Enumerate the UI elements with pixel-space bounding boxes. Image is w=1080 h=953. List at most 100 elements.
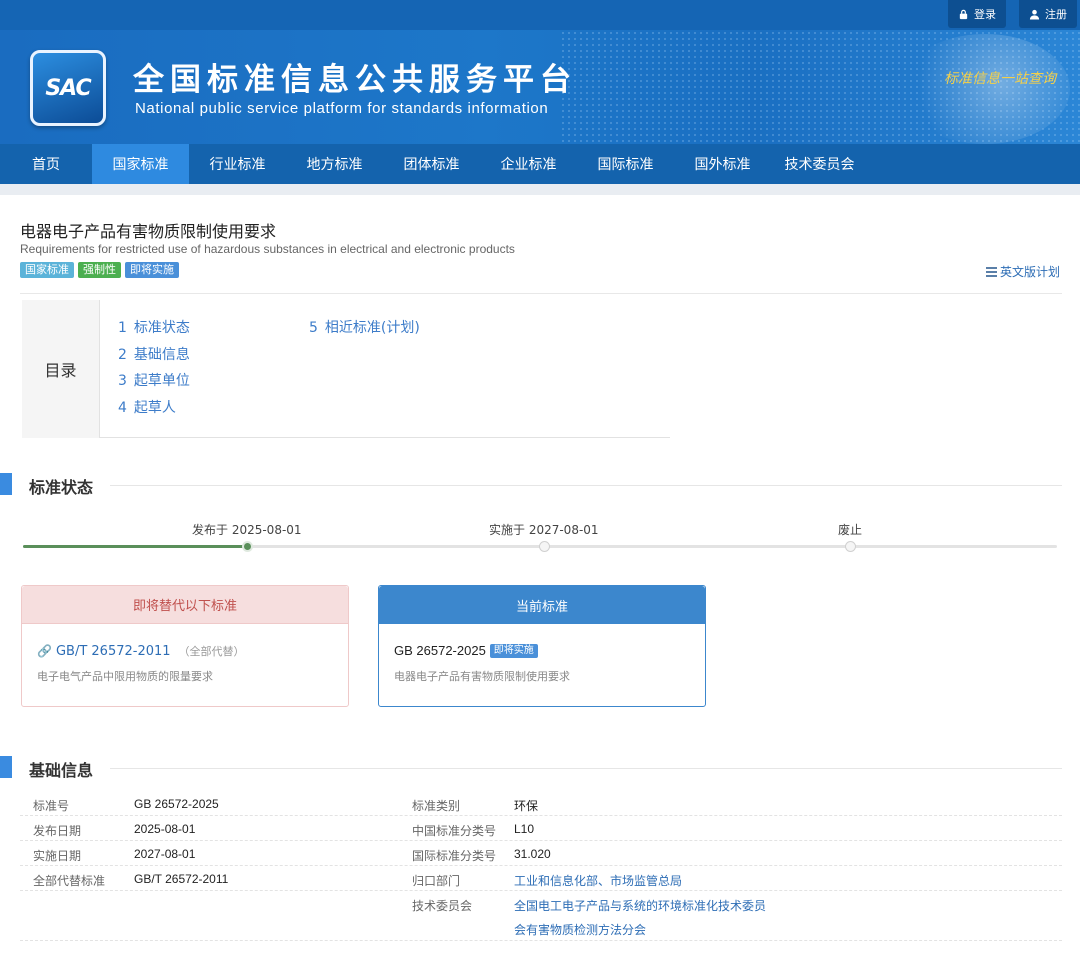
standard-tags: 国家标准 强制性 即将实施 [20,262,179,278]
toc-item-basic-info[interactable]: 2 基础信息 [118,344,190,364]
info-key: 标准类别 [412,799,461,813]
timeline-dot-effective [539,541,550,552]
toc-num: 4 [118,400,127,416]
info-value: 31.020 [514,847,551,861]
list-icon [985,266,997,277]
replaced-standard-code: GB/T 26572-2011 [55,643,171,659]
nav-local-standards[interactable]: 地方标准 [286,144,383,184]
current-standard-name: 电器电子产品有害物质限制使用要求 [394,670,570,683]
user-icon [1029,9,1040,20]
english-plan-label: 英文版计划 [999,265,1060,279]
english-plan-link[interactable]: 英文版计划 [985,263,1060,280]
info-key: 标准号 [33,799,70,813]
standard-title: 电器电子产品有害物质限制使用要求 [20,222,277,241]
toc-num: 5 [309,320,318,336]
main-nav: 首页 国家标准 行业标准 地方标准 团体标准 企业标准 国际标准 国外标准 技术… [0,144,1080,184]
tag-upcoming: 即将实施 [125,262,179,278]
logo-text: SAC [45,75,91,101]
info-row: 实施日期 2027-08-01 国际标准分类号 31.020 [20,841,1062,866]
info-row: 全部代替标准 GB/T 26572-2011 归口部门 工业和信息化部、市场监管… [20,866,1062,891]
toc-num: 2 [118,347,127,363]
nav-national-standards[interactable]: 国家标准 [92,144,189,184]
info-row: 标准号 GB 26572-2025 标准类别 环保 [20,791,1062,816]
timeline-progress [23,545,248,548]
info-value: GB/T 26572-2011 [134,872,229,886]
toc-label: 起草单位 [133,373,190,389]
replaces-standard-box: 即将替代以下标准 🔗 GB/T 26572-2011 （全部代替） 电子电气产品… [21,585,349,707]
timeline-dot-published [242,541,253,552]
timeline-label-published: 发布于 2025-08-01 [192,523,302,537]
info-value: 2027-08-01 [134,847,196,861]
info-key: 归口部门 [412,874,461,888]
section-divider [110,768,1062,769]
info-key: 中国标准分类号 [412,824,497,838]
nav-home[interactable]: 首页 [0,144,92,184]
section-header-basic-info: 基础信息 [0,756,1062,780]
timeline-label-abolished: 废止 [838,523,863,537]
current-standard-code: GB 26572-2025 [394,643,486,658]
info-key: 国际标准分类号 [412,849,497,863]
info-key: 全部代替标准 [33,874,106,888]
toc-label: 起草人 [133,400,176,416]
toc-num: 3 [118,373,127,389]
info-row: 技术委员会 全国电工电子产品与系统的环境标准化技术委员 会有害物质检测方法分会 [20,891,1062,941]
toc-item-drafters[interactable]: 4 起草人 [118,397,176,417]
current-box-header: 当前标准 [379,586,705,624]
section-title: 标准状态 [29,478,94,497]
info-value: 环保 [514,799,539,813]
site-subtitle: National public service platform for sta… [135,100,549,117]
info-key: 实施日期 [33,849,82,863]
technical-committee-link-line1[interactable]: 全国电工电子产品与系统的环境标准化技术委员 [514,897,766,914]
toc-label: 基础信息 [133,347,190,363]
governing-department-link[interactable]: 工业和信息化部、市场监管总局 [514,872,682,889]
toc-label: 标准状态 [133,320,190,336]
timeline-label-effective: 实施于 2027-08-01 [489,523,599,537]
login-button[interactable]: 登录 [948,0,1006,28]
register-label: 注册 [1045,8,1067,21]
section-divider [110,485,1062,486]
nav-technical-committees[interactable]: 技术委员会 [771,144,868,184]
timeline-dot-abolished [845,541,856,552]
info-key: 技术委员会 [412,899,473,913]
replaces-box-header: 即将替代以下标准 [22,586,348,624]
register-button[interactable]: 注册 [1019,0,1077,28]
top-bar: 登录 注册 [0,0,1080,30]
toc-heading: 目录 [22,300,100,438]
section-marker [0,756,12,778]
standard-title-en: Requirements for restricted use of hazar… [20,242,515,256]
link-icon: 🔗 [37,644,52,658]
site-slogan: 标准信息一站查询 [944,71,1056,87]
info-value: 2025-08-01 [134,822,196,836]
info-value: L10 [514,822,535,836]
nav-group-standards[interactable]: 团体标准 [383,144,480,184]
sac-logo[interactable]: SAC [30,50,106,126]
technical-committee-link-line2[interactable]: 会有害物质检测方法分会 [514,921,646,938]
section-title: 基础信息 [29,761,94,780]
toc-item-similar-standards[interactable]: 5 相近标准(计划) [309,317,420,337]
tag-national: 国家标准 [20,262,74,278]
replaced-standard-link[interactable]: 🔗 GB/T 26572-2011 （全部代替） [37,643,245,659]
info-value: GB 26572-2025 [134,797,219,811]
upcoming-badge: 即将实施 [489,643,538,658]
divider [20,293,1062,294]
toc-label: 相近标准(计划) [324,320,420,336]
nav-international-standards[interactable]: 国际标准 [577,144,674,184]
tag-mandatory: 强制性 [78,262,121,278]
nav-industry-standards[interactable]: 行业标准 [189,144,286,184]
toc-item-status[interactable]: 1 标准状态 [118,317,190,337]
nav-enterprise-standards[interactable]: 企业标准 [480,144,577,184]
nav-foreign-standards[interactable]: 国外标准 [674,144,771,184]
current-standard-box: 当前标准 GB 26572-2025 即将实施 电器电子产品有害物质限制使用要求 [378,585,706,707]
login-label: 登录 [974,8,996,21]
table-of-contents: 目录 1 标准状态 2 基础信息 3 起草单位 4 起草人 5 相近标准(计划) [22,300,670,438]
replaced-standard-name: 电子电气产品中限用物质的限量要求 [37,670,213,683]
current-standard-code-row: GB 26572-2025 即将实施 [394,643,538,658]
toc-num: 1 [118,320,127,336]
section-header-status: 标准状态 [0,473,1062,497]
globe-decoration [900,34,1070,144]
section-marker [0,473,12,495]
lock-icon [959,9,968,19]
info-row: 发布日期 2025-08-01 中国标准分类号 L10 [20,816,1062,841]
toc-item-drafting-units[interactable]: 3 起草单位 [118,370,190,390]
replacement-note: （全部代替） [178,645,245,658]
